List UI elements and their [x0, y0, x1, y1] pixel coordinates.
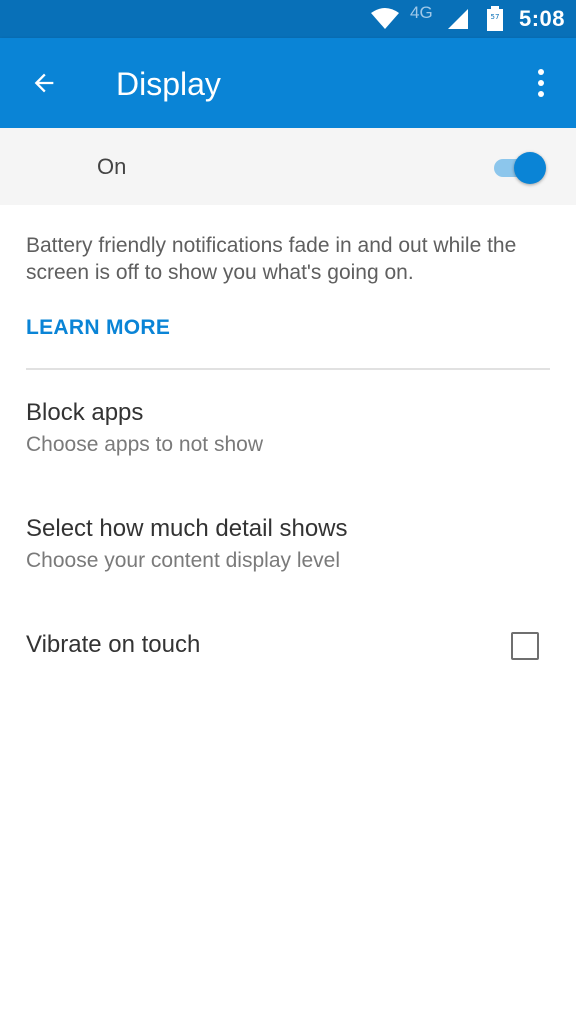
- battery-level-label: 57: [491, 13, 500, 21]
- toggle-thumb: [514, 152, 546, 184]
- feature-description: Battery friendly notifications fade in a…: [26, 234, 517, 284]
- back-button[interactable]: [22, 63, 66, 103]
- app-bar: Display: [0, 38, 576, 128]
- learn-more-link[interactable]: LEARN MORE: [26, 316, 170, 340]
- page-title: Display: [116, 66, 221, 102]
- setting-title: Select how much detail shows: [26, 515, 348, 542]
- setting-title: Block apps: [26, 399, 144, 426]
- setting-vibrate-on-touch[interactable]: Vibrate on touch: [26, 630, 550, 664]
- network-type-label: 4G: [410, 3, 433, 22]
- battery-icon: 57: [486, 0, 504, 38]
- master-switch-label: On: [97, 154, 127, 179]
- setting-summary: Choose apps to not show: [26, 433, 263, 456]
- setting-title: Vibrate on touch: [26, 631, 201, 658]
- overflow-menu-button[interactable]: [524, 63, 558, 103]
- setting-detail-level[interactable]: Select how much detail shows Choose your…: [26, 514, 550, 575]
- signal-icon: [446, 0, 470, 38]
- master-switch-row[interactable]: On: [0, 128, 576, 205]
- setting-summary: Choose your content display level: [26, 549, 341, 572]
- master-toggle-switch[interactable]: [492, 149, 548, 185]
- more-vert-icon: [538, 69, 544, 97]
- wifi-icon: [370, 0, 400, 38]
- clock: 5:08: [519, 6, 566, 31]
- status-bar: 4G 57 5:08: [0, 0, 576, 38]
- divider: [26, 368, 550, 370]
- vibrate-checkbox[interactable]: [511, 632, 539, 660]
- setting-block-apps[interactable]: Block apps Choose apps to not show: [26, 398, 550, 459]
- arrow-left-icon: [34, 73, 54, 93]
